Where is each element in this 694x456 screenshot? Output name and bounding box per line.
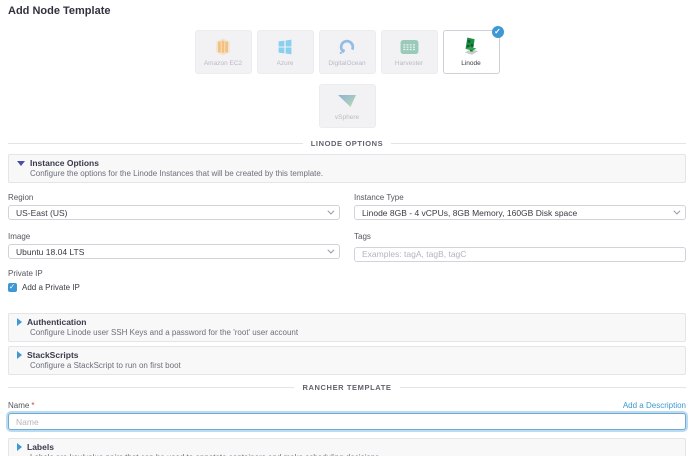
accordion-title: Labels — [27, 442, 54, 452]
provider-card-azure[interactable]: Azure — [257, 30, 314, 74]
divider — [391, 143, 686, 144]
selected-check-icon — [492, 26, 504, 38]
tags-label: Tags — [354, 232, 686, 241]
region-label: Region — [8, 193, 340, 202]
instance-type-select-value: Linode 8GB - 4 vCPUs, 8GB Memory, 160GB … — [362, 208, 577, 218]
linode-icon — [461, 37, 481, 57]
provider-card-label: vSphere — [335, 114, 359, 121]
accordion-collapsed-icon — [17, 318, 22, 326]
name-label: Name* — [8, 401, 34, 410]
instance-type-select[interactable]: Linode 8GB - 4 vCPUs, 8GB Memory, 160GB … — [354, 205, 686, 220]
rancher-template-section-header: RANCHER TEMPLATE — [8, 383, 686, 392]
provider-card-vsphere[interactable]: vSphere — [319, 84, 376, 128]
accordion-authentication[interactable]: Authentication Configure Linode user SSH… — [8, 313, 686, 342]
accordion-expanded-icon — [17, 161, 25, 166]
provider-card-linode[interactable]: Linode — [443, 30, 500, 74]
provider-card-harvester[interactable]: Harvester — [381, 30, 438, 74]
provider-card-label: Azure — [277, 60, 294, 67]
divider — [8, 387, 294, 388]
provider-card-label: Linode — [461, 60, 481, 67]
provider-card-label: Harvester — [395, 60, 423, 67]
divider — [8, 143, 303, 144]
harvester-icon — [400, 37, 419, 57]
private-ip-label: Private IP — [8, 269, 340, 278]
amazon-ec2-icon — [214, 37, 232, 57]
region-select[interactable]: US-East (US) — [8, 205, 340, 220]
name-input[interactable] — [8, 413, 686, 430]
name-label-text: Name — [8, 401, 29, 410]
chevron-down-icon — [327, 208, 334, 215]
add-node-template-page: Add Node Template Amazon EC2 Azure Digit… — [0, 0, 694, 456]
accordion-title: Authentication — [27, 317, 87, 327]
provider-card-amazon-ec2[interactable]: Amazon EC2 — [195, 30, 252, 74]
name-field-header: Name* Add a Description — [8, 401, 686, 410]
accordion-subtitle: Configure the options for the Linode Ins… — [30, 169, 677, 178]
private-ip-checkbox-label: Add a Private IP — [22, 283, 80, 292]
section-title: LINODE OPTIONS — [311, 139, 384, 148]
tags-input[interactable] — [354, 247, 686, 262]
private-ip-checkbox-row[interactable]: Add a Private IP — [8, 283, 340, 292]
page-title: Add Node Template — [8, 5, 686, 17]
accordion-title: Instance Options — [30, 158, 99, 168]
checkbox-checked-icon[interactable] — [8, 283, 17, 292]
linode-options-section-header: LINODE OPTIONS — [8, 139, 686, 148]
accordion-collapsed-icon — [17, 443, 22, 451]
accordion-subtitle: Configure a StackScript to run on first … — [30, 361, 677, 370]
add-description-link[interactable]: Add a Description — [623, 401, 686, 410]
provider-card-label: DigitalOcean — [328, 60, 365, 67]
accordion-stackscripts[interactable]: StackScripts Configure a StackScript to … — [8, 346, 686, 375]
accordion-instance-options[interactable]: Instance Options Configure the options f… — [8, 154, 686, 183]
required-asterisk: * — [31, 401, 34, 410]
accordion-collapsed-icon — [17, 351, 22, 359]
image-select-value: Ubuntu 18.04 LTS — [16, 247, 84, 257]
vsphere-icon — [337, 91, 357, 111]
form-row-private-ip: Private IP Add a Private IP — [8, 269, 686, 292]
provider-card-digitalocean[interactable]: DigitalOcean — [319, 30, 376, 74]
chevron-down-icon — [673, 208, 680, 215]
azure-icon — [277, 37, 293, 57]
region-select-value: US-East (US) — [16, 208, 67, 218]
provider-cards-row-1: Amazon EC2 Azure DigitalOcean Harvester — [8, 30, 686, 74]
provider-cards-row-2: vSphere — [8, 84, 686, 128]
divider — [400, 387, 686, 388]
instance-type-label: Instance Type — [354, 193, 686, 202]
form-row-image-tags: Image Ubuntu 18.04 LTS Tags — [8, 232, 686, 262]
chevron-down-icon — [327, 247, 334, 254]
image-select[interactable]: Ubuntu 18.04 LTS — [8, 244, 340, 259]
image-label: Image — [8, 232, 340, 241]
accordion-labels[interactable]: Labels Labels are key/value pairs that c… — [8, 438, 686, 456]
accordion-title: StackScripts — [27, 350, 79, 360]
form-row-region-instance-type: Region US-East (US) Instance Type Linode… — [8, 193, 686, 220]
digitalocean-icon — [338, 37, 356, 57]
section-title: RANCHER TEMPLATE — [302, 383, 391, 392]
accordion-subtitle: Configure Linode user SSH Keys and a pas… — [30, 328, 677, 337]
provider-card-label: Amazon EC2 — [204, 60, 242, 67]
